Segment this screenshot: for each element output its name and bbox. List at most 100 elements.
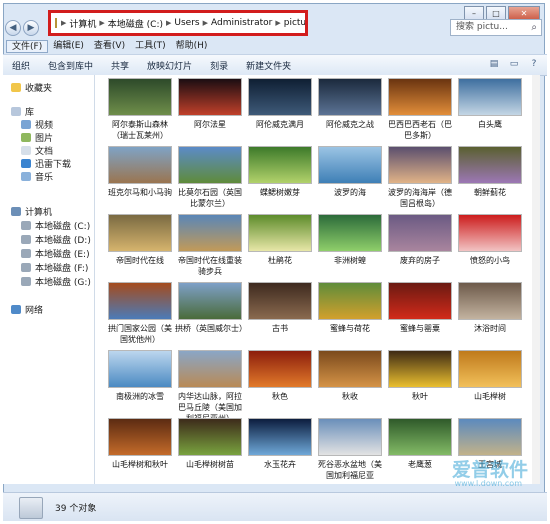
file-item[interactable]: 内华达山脉，阿拉巴马丘陵（美国加利福尼亚州） xyxy=(175,350,245,424)
nav-videos[interactable]: 视频 xyxy=(21,118,53,131)
file-item[interactable]: 古书 xyxy=(245,282,315,334)
file-item[interactable]: 秋色 xyxy=(245,350,315,402)
help-icon[interactable]: ? xyxy=(527,58,541,71)
nav-network[interactable]: 网络 xyxy=(11,303,43,316)
image-thumbnail xyxy=(178,282,242,320)
file-item[interactable]: 阿尔泰斯山森林（瑞士瓦莱州） xyxy=(105,78,175,141)
file-item[interactable]: 拱门国家公园（美国犹他州） xyxy=(105,282,175,345)
breadcrumb-separator-icon: ▶ xyxy=(99,19,105,27)
image-thumbnail xyxy=(318,214,382,252)
organize-button[interactable]: 组织 xyxy=(3,59,39,72)
file-item[interactable]: 秋收 xyxy=(315,350,385,402)
file-item[interactable]: 波罗的海 xyxy=(315,146,385,198)
file-item[interactable]: 南极洲的冰雪 xyxy=(105,350,175,402)
image-thumbnail xyxy=(248,418,312,456)
file-name: 山毛榉树和秋叶 xyxy=(112,460,168,469)
command-toolbar: 组织 包含到库中 共享 放映幻灯片 刻录 新建文件夹 ▤ ▭ ? xyxy=(3,54,547,76)
file-item[interactable]: 山毛榉树和秋叶 xyxy=(105,418,175,470)
star-icon xyxy=(11,83,21,92)
menu-bar: 文件(F) 编辑(E) 查看(V) 工具(T) 帮助(H) xyxy=(6,40,544,53)
file-item[interactable]: 死谷恶水盆地（美国加利福尼亚 xyxy=(315,418,385,481)
breadcrumb-item[interactable]: 本地磁盘 (C:) xyxy=(108,17,163,30)
file-item[interactable]: 蜜蜂与罂粟 xyxy=(385,282,455,334)
file-item[interactable]: 阿尔法星 xyxy=(175,78,245,130)
nav-drive[interactable]: 本地磁盘 (D:) xyxy=(21,233,91,246)
menu-help[interactable]: 帮助(H) xyxy=(171,40,213,53)
breadcrumb-item[interactable]: Users xyxy=(174,18,199,28)
breadcrumb-separator-icon: ▶ xyxy=(202,19,208,27)
computer-icon xyxy=(11,207,21,216)
breadcrumb-item[interactable]: 计算机 xyxy=(69,17,96,30)
file-item[interactable]: 白头鹰 xyxy=(455,78,525,130)
nav-thunder[interactable]: 迅雷下载 xyxy=(21,157,71,170)
address-bar[interactable]: ▶ 计算机 ▶ 本地磁盘 (C:) ▶ Users ▶ Administrato… xyxy=(48,10,308,36)
search-icon[interactable]: ⌕ xyxy=(531,20,537,35)
file-item[interactable]: 老鹰葱 xyxy=(385,418,455,470)
menu-edit[interactable]: 编辑(E) xyxy=(48,40,89,53)
library-icon xyxy=(11,107,21,116)
file-item[interactable]: 蝶鳃树嫩芽 xyxy=(245,146,315,198)
slideshow-button[interactable]: 放映幻灯片 xyxy=(138,59,201,72)
file-item[interactable]: 班克尔马和小马驹 xyxy=(105,146,175,198)
view-options-icon[interactable]: ▤ xyxy=(487,58,501,71)
file-item[interactable]: 废弃的房子 xyxy=(385,214,455,266)
nav-drive[interactable]: 本地磁盘 (F:) xyxy=(21,261,88,274)
back-button[interactable]: ◀ xyxy=(5,20,21,36)
file-item[interactable]: 秋叶 xyxy=(385,350,455,402)
nav-drive[interactable]: 本地磁盘 (E:) xyxy=(21,247,90,260)
image-thumbnail xyxy=(108,282,172,320)
file-item[interactable]: 愤怒的小鸟 xyxy=(455,214,525,266)
nav-favorites[interactable]: 收藏夹 xyxy=(11,81,52,94)
file-item[interactable]: 帝国时代在线重装骑步兵 xyxy=(175,214,245,277)
file-item[interactable]: 非洲树蝗 xyxy=(315,214,385,266)
scrollbar[interactable] xyxy=(532,75,540,484)
file-name: 秋收 xyxy=(342,392,358,401)
breadcrumb-item[interactable]: Administrator xyxy=(211,18,272,28)
file-name: 古书 xyxy=(272,324,288,333)
menu-tools[interactable]: 工具(T) xyxy=(130,40,171,53)
burn-button[interactable]: 刻录 xyxy=(201,59,237,72)
watermark-url: www.l.down.com xyxy=(454,479,522,488)
preview-pane-icon[interactable]: ▭ xyxy=(507,58,521,71)
file-item[interactable]: 山毛榉树树苗 xyxy=(175,418,245,470)
nav-computer[interactable]: 计算机 xyxy=(11,205,52,218)
menu-file[interactable]: 文件(F) xyxy=(6,40,49,53)
nav-library[interactable]: 库 xyxy=(11,105,34,118)
file-item[interactable]: 山毛榉树 xyxy=(455,350,525,402)
file-item[interactable]: 帝国时代在线 xyxy=(105,214,175,266)
image-thumbnail xyxy=(458,350,522,388)
image-thumbnail xyxy=(178,418,242,456)
file-item[interactable]: 杜鹃花 xyxy=(245,214,315,266)
nav-drive[interactable]: 本地磁盘 (G:) xyxy=(21,275,91,288)
file-item[interactable]: 拱桥（英国威尔士） xyxy=(175,282,247,334)
file-name: 蜜蜂与罂粟 xyxy=(400,324,440,333)
nav-drive[interactable]: 本地磁盘 (C:) xyxy=(21,219,90,232)
file-name: 拱门国家公园（美国犹他州） xyxy=(108,324,172,344)
file-item[interactable]: 阿伦威克满月 xyxy=(245,78,315,130)
share-button[interactable]: 共享 xyxy=(102,59,138,72)
include-in-library-button[interactable]: 包含到库中 xyxy=(39,59,102,72)
image-thumbnail xyxy=(178,78,242,116)
file-item[interactable]: 水玉花卉 xyxy=(245,418,315,470)
file-name: 山毛榉树 xyxy=(474,392,506,401)
file-item[interactable]: 沐浴时间 xyxy=(455,282,525,334)
nav-pictures[interactable]: 图片 xyxy=(21,131,53,144)
breadcrumb-item[interactable]: pictures xyxy=(284,18,305,28)
search-input[interactable]: 搜索 pictu... ⌕ xyxy=(450,19,542,36)
nav-documents[interactable]: 文档 xyxy=(21,144,53,157)
menu-view[interactable]: 查看(V) xyxy=(89,40,130,53)
drive-icon xyxy=(21,263,31,272)
file-item[interactable]: 蜜蜂与荷花 xyxy=(315,282,385,334)
file-name: 巴西巴西老石（巴巴多斯） xyxy=(388,120,452,140)
file-name: 阿伦威克之战 xyxy=(326,120,374,129)
file-item[interactable]: 波罗的海海岸（德国吕根岛） xyxy=(385,146,455,209)
file-item[interactable]: 巴西巴西老石（巴巴多斯） xyxy=(385,78,455,141)
file-name: 帝国时代在线 xyxy=(116,256,164,265)
new-folder-button[interactable]: 新建文件夹 xyxy=(237,59,300,72)
file-item[interactable]: 朝鲜蓟花 xyxy=(455,146,525,198)
forward-button[interactable]: ▶ xyxy=(23,20,39,36)
nav-music[interactable]: 音乐 xyxy=(21,170,53,183)
file-item[interactable]: 比莫尔石园（英国比蒙尔兰） xyxy=(175,146,245,209)
breadcrumb-separator-icon: ▶ xyxy=(275,19,281,27)
file-item[interactable]: 阿伦威克之战 xyxy=(315,78,385,130)
